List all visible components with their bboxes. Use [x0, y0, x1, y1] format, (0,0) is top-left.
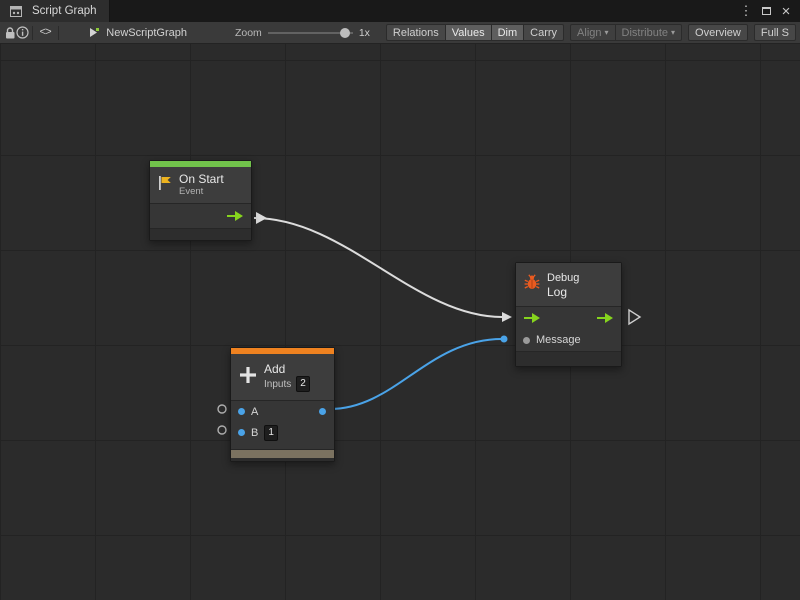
node-on-start[interactable]: On Start Event: [149, 160, 252, 241]
dim-button-label: Dim: [498, 27, 518, 39]
titlebar: Script Graph ⋮ ×: [0, 0, 800, 22]
overview-button[interactable]: Overview: [688, 24, 748, 41]
add-bottom-strip: [231, 458, 334, 461]
control-wire-start-arrow: [256, 212, 267, 224]
distribute-label: Distribute: [622, 27, 668, 39]
add-output-dot[interactable]: [319, 408, 326, 415]
add-header[interactable]: Add Inputs 2: [231, 354, 334, 400]
relations-button-label: Relations: [393, 27, 439, 39]
control-wire[interactable]: [254, 218, 502, 317]
window-controls: ⋮ ×: [738, 0, 800, 22]
script-graph-window: Script Graph ⋮ × <> NewScriptGraph Zoom: [0, 0, 800, 600]
bug-icon: [523, 273, 541, 296]
align-dropdown[interactable]: Align ▾: [570, 24, 615, 41]
carry-button[interactable]: Carry: [524, 24, 564, 41]
debug-title: Debug: [547, 271, 579, 285]
relation-circle-icon: [218, 405, 226, 413]
debug-log-message-port[interactable]: Message: [516, 329, 621, 351]
control-input-arrow-icon[interactable]: [523, 312, 541, 324]
dim-button[interactable]: Dim: [492, 24, 525, 41]
port-a-input-dot[interactable]: [238, 408, 245, 415]
close-icon[interactable]: ×: [778, 3, 794, 19]
relation-circle-icon: [218, 426, 226, 434]
inputs-count-field[interactable]: 2: [296, 376, 310, 392]
relations-button[interactable]: Relations: [386, 24, 446, 41]
log-title: Log: [547, 285, 579, 299]
window-menu-icon[interactable]: ⋮: [738, 3, 754, 19]
debug-log-header[interactable]: Debug Log: [516, 263, 621, 306]
script-graph-asset-icon: [87, 24, 101, 42]
tab-title: Script Graph: [32, 5, 97, 17]
values-button[interactable]: Values: [446, 24, 492, 41]
on-start-footer: [150, 228, 251, 240]
flag-icon: [157, 175, 173, 196]
edit-source-icon[interactable]: <>: [36, 27, 55, 39]
inputs-label: Inputs: [264, 379, 291, 390]
maximize-icon[interactable]: [758, 3, 774, 19]
debug-log-control-flow-row: [516, 307, 621, 329]
port-b-label: B: [251, 427, 258, 439]
graph-name-label: NewScriptGraph: [106, 27, 187, 39]
on-start-header[interactable]: On Start Event: [150, 167, 251, 203]
add-preview-bar: [231, 449, 334, 458]
chevron-down-icon: ▾: [671, 28, 675, 37]
toolbar-buttons: Relations Values Dim Carry Align ▾ Distr…: [386, 24, 796, 41]
graph-reference[interactable]: NewScriptGraph: [87, 24, 187, 42]
distribute-dropdown[interactable]: Distribute ▾: [616, 24, 682, 41]
toolbar-separator: [32, 26, 33, 40]
zoom-value: 1x: [359, 27, 370, 39]
align-label: Align: [577, 27, 601, 39]
carry-button-label: Carry: [530, 27, 557, 39]
tab-script-graph[interactable]: Script Graph: [0, 0, 110, 22]
port-b-input-dot[interactable]: [238, 429, 245, 436]
on-start-control-output-port[interactable]: [150, 204, 251, 228]
zoom-slider[interactable]: [268, 27, 353, 39]
add-title: Add: [264, 362, 310, 376]
node-debug-log[interactable]: Debug Log Message: [515, 262, 622, 367]
info-icon[interactable]: [16, 24, 29, 42]
lock-icon[interactable]: [4, 24, 16, 42]
fullscreen-button[interactable]: Full S: [754, 24, 796, 41]
port-a-label: A: [251, 406, 258, 418]
add-port-b-row: B 1: [231, 422, 334, 443]
port-b-value-field[interactable]: 1: [264, 425, 278, 441]
on-start-subtitle: Event: [179, 186, 224, 198]
value-wire-end-dot: [501, 336, 508, 343]
node-add[interactable]: Add Inputs 2 A B 1: [230, 347, 335, 462]
toolbar-separator: [58, 26, 59, 40]
plus-icon: [238, 365, 258, 390]
graph-window-icon: [6, 2, 26, 20]
control-output-arrow-icon[interactable]: [596, 312, 614, 324]
debug-log-footer: [516, 351, 621, 366]
value-wire[interactable]: [330, 339, 502, 409]
control-wire-end-arrow: [502, 312, 512, 322]
values-button-label: Values: [452, 27, 485, 39]
message-port-dot[interactable]: [523, 337, 530, 344]
zoom-slider-handle[interactable]: [340, 28, 350, 38]
chevron-down-icon: ▾: [605, 28, 609, 37]
graph-canvas[interactable]: On Start Event: [0, 44, 800, 600]
zoom-label: Zoom: [235, 27, 262, 39]
carry-triangle-icon: [629, 310, 640, 324]
wires-layer: [0, 44, 800, 600]
control-arrow-icon: [226, 210, 244, 222]
graph-toolbar: <> NewScriptGraph Zoom 1x Relations Valu…: [0, 22, 800, 44]
message-port-label: Message: [536, 334, 581, 346]
overview-button-label: Overview: [695, 27, 741, 39]
zoom-control: Zoom 1x: [235, 27, 370, 39]
add-port-a-row: A: [231, 401, 334, 422]
fullscreen-button-label: Full S: [761, 27, 789, 39]
on-start-title: On Start: [179, 172, 224, 186]
